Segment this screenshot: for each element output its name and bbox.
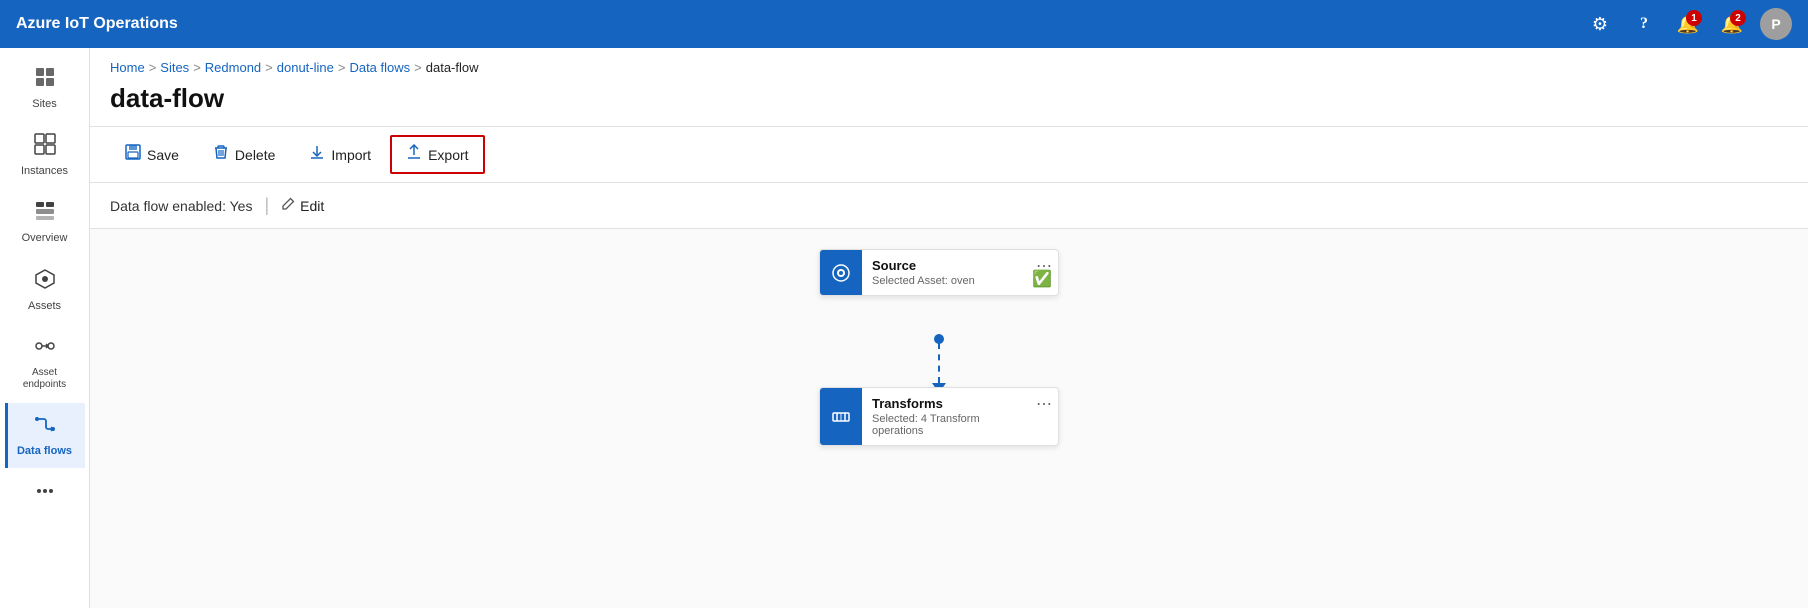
sidebar-item-asset-endpoints[interactable]: Asset endpoints (5, 325, 85, 401)
sidebar: Sites Instances (0, 48, 90, 608)
source-node-status: ✅ (1032, 269, 1052, 289)
edit-icon (281, 197, 295, 214)
sidebar-instances-label: Instances (21, 165, 68, 178)
sidebar-data-flows-label: Data flows (17, 445, 72, 458)
data-flow-enabled-text: Data flow enabled: Yes (110, 198, 252, 214)
breadcrumb-donut-line[interactable]: donut-line (277, 60, 334, 75)
sidebar-item-sites[interactable]: Sites (5, 56, 85, 121)
dashed-line (938, 343, 940, 383)
sidebar-asset-endpoints-label: Asset endpoints (13, 367, 77, 391)
overview-icon (34, 200, 56, 228)
sidebar-overview-label: Overview (22, 232, 68, 245)
top-header: Azure IoT Operations ⚙ ? 🔔 1 🔔 2 P (0, 0, 1808, 48)
connector-1 (932, 334, 946, 393)
help-icon: ? (1640, 15, 1648, 33)
transforms-node-icon-area (820, 388, 862, 445)
notification1-badge: 1 (1686, 10, 1702, 26)
breadcrumb-sep-2: > (193, 60, 201, 75)
toolbar: Save Delete (90, 126, 1808, 183)
instances-icon (34, 133, 56, 161)
info-bar-separator: | (264, 195, 269, 216)
avatar-button[interactable]: P (1760, 8, 1792, 40)
delete-icon (213, 144, 229, 165)
import-icon (309, 144, 325, 165)
transforms-node-content: Transforms Selected: 4 Transform operati… (862, 388, 1036, 445)
breadcrumb-sep-5: > (414, 60, 422, 75)
breadcrumb-sites[interactable]: Sites (160, 60, 189, 75)
avatar-label: P (1771, 16, 1780, 32)
content-area: Home > Sites > Redmond > donut-line > Da… (90, 48, 1808, 608)
delete-label: Delete (235, 147, 275, 163)
page-title: data-flow (90, 79, 1808, 126)
app-title: Azure IoT Operations (16, 15, 1584, 33)
source-node-icon-area (820, 250, 862, 295)
transforms-node[interactable]: Transforms Selected: 4 Transform operati… (819, 387, 1059, 446)
transforms-node-menu[interactable]: ⋯ (1036, 388, 1058, 445)
save-button[interactable]: Save (110, 136, 194, 173)
delete-button[interactable]: Delete (198, 136, 290, 173)
asset-endpoints-icon (34, 335, 56, 363)
transforms-node-subtitle: Selected: 4 Transform operations (872, 413, 1026, 437)
source-node-content: Source Selected Asset: oven (862, 250, 1036, 295)
breadcrumb-data-flows[interactable]: Data flows (349, 60, 410, 75)
export-icon (406, 144, 422, 165)
source-node[interactable]: Source Selected Asset: oven ⋯ ✅ (819, 249, 1059, 296)
help-button[interactable]: ? (1628, 8, 1660, 40)
sidebar-item-overview[interactable]: Overview (5, 190, 85, 255)
breadcrumb-sep-1: > (149, 60, 157, 75)
sidebar-item-instances[interactable]: Instances (5, 123, 85, 188)
sidebar-assets-label: Assets (28, 300, 61, 313)
save-icon (125, 144, 141, 165)
assets-icon (34, 268, 56, 296)
breadcrumb-home[interactable]: Home (110, 60, 145, 75)
edit-label: Edit (300, 198, 324, 214)
info-bar: Data flow enabled: Yes | Edit (90, 183, 1808, 229)
breadcrumb-sep-3: > (265, 60, 273, 75)
more-icon (34, 480, 56, 508)
data-flows-icon (34, 413, 56, 441)
breadcrumb-current: data-flow (426, 60, 479, 75)
source-node-title: Source (872, 258, 1026, 273)
sidebar-item-assets[interactable]: Assets (5, 258, 85, 323)
edit-link[interactable]: Edit (281, 197, 324, 214)
main-layout: Sites Instances (0, 48, 1808, 608)
breadcrumb: Home > Sites > Redmond > donut-line > Da… (90, 48, 1808, 79)
notification2-badge: 2 (1730, 10, 1746, 26)
breadcrumb-sep-4: > (338, 60, 346, 75)
flow-canvas: Source Selected Asset: oven ⋯ ✅ (90, 229, 1808, 608)
source-node-subtitle: Selected Asset: oven (872, 275, 1026, 287)
sidebar-sites-label: Sites (32, 98, 56, 111)
gear-icon: ⚙ (1592, 14, 1608, 35)
save-label: Save (147, 147, 179, 163)
notification1-button[interactable]: 🔔 1 (1672, 8, 1704, 40)
import-label: Import (331, 147, 371, 163)
breadcrumb-redmond[interactable]: Redmond (205, 60, 261, 75)
transforms-node-title: Transforms (872, 396, 1026, 411)
export-label: Export (428, 147, 468, 163)
sidebar-item-more[interactable] (5, 470, 85, 522)
export-button[interactable]: Export (390, 135, 484, 174)
header-icons: ⚙ ? 🔔 1 🔔 2 P (1584, 8, 1792, 40)
sidebar-item-data-flows[interactable]: Data flows (5, 403, 85, 468)
settings-button[interactable]: ⚙ (1584, 8, 1616, 40)
notification2-button[interactable]: 🔔 2 (1716, 8, 1748, 40)
sites-icon (34, 66, 56, 94)
import-button[interactable]: Import (294, 136, 386, 173)
